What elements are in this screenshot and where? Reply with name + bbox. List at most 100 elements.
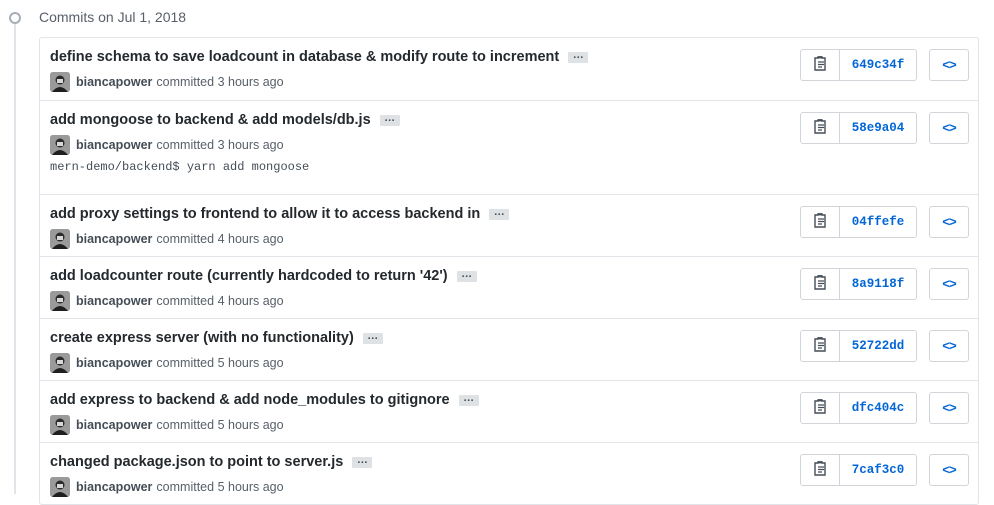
copy-sha-button[interactable]	[801, 207, 840, 237]
code-icon: <>	[942, 462, 957, 478]
commit-meta: biancapower committed 3 hours ago	[50, 72, 284, 92]
code-icon: <>	[942, 400, 957, 416]
avatar[interactable]	[50, 415, 70, 435]
ellipsis-expander-button[interactable]: …	[456, 268, 477, 282]
commit-relative-time: 3 hours ago	[217, 138, 284, 152]
clippy-icon	[813, 118, 827, 139]
sha-button-group: 58e9a04	[800, 112, 917, 144]
copy-sha-button[interactable]	[801, 331, 840, 361]
commit-item: add express to backend & add node_module…	[40, 380, 978, 442]
browse-repo-button[interactable]: <>	[929, 392, 969, 424]
commit-action-text: committed	[156, 294, 215, 308]
copy-sha-button[interactable]	[801, 113, 840, 143]
code-icon: <>	[942, 214, 957, 230]
ellipsis-expander-button[interactable]: …	[489, 206, 510, 220]
copy-sha-button[interactable]	[801, 455, 840, 485]
commit-action-text: committed	[156, 356, 215, 370]
commit-item: add loadcounter route (currently hardcod…	[40, 256, 978, 318]
browse-repo-button[interactable]: <>	[929, 112, 969, 144]
browse-repo-button[interactable]: <>	[929, 330, 969, 362]
avatar[interactable]	[50, 477, 70, 497]
commit-message-link[interactable]: add express to backend & add node_module…	[50, 392, 450, 408]
browse-repo-button[interactable]: <>	[929, 268, 969, 300]
copy-sha-button[interactable]	[801, 393, 840, 423]
browse-repo-button[interactable]: <>	[929, 454, 969, 486]
commit-author-link[interactable]: biancapower	[76, 232, 152, 246]
commit-sha-link[interactable]: 58e9a04	[840, 113, 916, 143]
commit-sha-link[interactable]: 52722dd	[840, 331, 916, 361]
commit-relative-time: 5 hours ago	[217, 480, 284, 494]
ellipsis-expander-button[interactable]: …	[362, 330, 383, 344]
commit-relative-time: 3 hours ago	[217, 75, 284, 89]
commit-meta: biancapower committed 4 hours ago	[50, 291, 284, 311]
clippy-icon	[813, 55, 827, 76]
copy-sha-button[interactable]	[801, 50, 840, 80]
sha-button-group: 649c34f	[800, 49, 917, 81]
clippy-icon	[813, 274, 827, 295]
commit-item: add proxy settings to frontend to allow …	[40, 194, 978, 256]
ellipsis-expander-button[interactable]: …	[379, 112, 400, 126]
commit-sha-link[interactable]: 8a9118f	[840, 269, 916, 299]
commit-message-link[interactable]: changed package.json to point to server.…	[50, 454, 343, 470]
clippy-icon	[813, 212, 827, 233]
commit-meta: biancapower committed 5 hours ago	[50, 415, 284, 435]
clippy-icon	[813, 336, 827, 357]
commit-title-line: changed package.json to point to server.…	[50, 454, 373, 470]
avatar[interactable]	[50, 229, 70, 249]
commit-title-line: define schema to save loadcount in datab…	[50, 49, 589, 65]
commit-group-title: Commits on Jul 1, 2018	[39, 9, 187, 25]
commit-title-line: add proxy settings to frontend to allow …	[50, 206, 510, 222]
code-icon: <>	[942, 120, 957, 136]
commit-item: define schema to save loadcount in datab…	[40, 38, 978, 100]
sha-button-group: 04ffefe	[800, 206, 917, 238]
commit-title-line: add mongoose to backend & add models/db.…	[50, 112, 400, 128]
commit-action-text: committed	[156, 138, 215, 152]
sha-button-group: dfc404c	[800, 392, 917, 424]
commit-author-link[interactable]: biancapower	[76, 480, 152, 494]
commit-author-link[interactable]: biancapower	[76, 356, 152, 370]
commit-title-line: add loadcounter route (currently hardcod…	[50, 268, 477, 284]
commit-meta: biancapower committed 4 hours ago	[50, 229, 284, 249]
timeline-line	[14, 24, 16, 494]
commit-message-link[interactable]: add proxy settings to frontend to allow …	[50, 206, 480, 222]
commit-sha-link[interactable]: 7caf3c0	[840, 455, 916, 485]
commit-message-link[interactable]: add loadcounter route (currently hardcod…	[50, 268, 448, 284]
commit-sha-link[interactable]: 04ffefe	[840, 207, 916, 237]
commit-item: create express server (with no functiona…	[40, 318, 978, 380]
commit-meta: biancapower committed 5 hours ago	[50, 353, 284, 373]
code-icon: <>	[942, 338, 957, 354]
commit-author-link[interactable]: biancapower	[76, 294, 152, 308]
commit-action-text: committed	[156, 418, 215, 432]
avatar[interactable]	[50, 135, 70, 155]
commit-meta: biancapower committed 3 hours ago	[50, 135, 284, 155]
avatar[interactable]	[50, 72, 70, 92]
commit-relative-time: 5 hours ago	[217, 356, 284, 370]
commit-author-link[interactable]: biancapower	[76, 138, 152, 152]
commit-action-text: committed	[156, 75, 215, 89]
commit-title-line: create express server (with no functiona…	[50, 330, 383, 346]
avatar[interactable]	[50, 353, 70, 373]
commit-author-link[interactable]: biancapower	[76, 75, 152, 89]
commit-title-line: add express to backend & add node_module…	[50, 392, 479, 408]
sha-button-group: 7caf3c0	[800, 454, 917, 486]
ellipsis-expander-button[interactable]: …	[458, 392, 479, 406]
avatar[interactable]	[50, 291, 70, 311]
copy-sha-button[interactable]	[801, 269, 840, 299]
commit-message-link[interactable]: create express server (with no functiona…	[50, 330, 354, 346]
commit-message-link[interactable]: define schema to save loadcount in datab…	[50, 49, 559, 65]
commit-item: changed package.json to point to server.…	[40, 442, 978, 504]
ellipsis-expander-button[interactable]: …	[352, 454, 373, 468]
commit-author-link[interactable]: biancapower	[76, 418, 152, 432]
browse-repo-button[interactable]: <>	[929, 49, 969, 81]
commit-message-link[interactable]: add mongoose to backend & add models/db.…	[50, 112, 371, 128]
browse-repo-button[interactable]: <>	[929, 206, 969, 238]
commit-meta: biancapower committed 5 hours ago	[50, 477, 284, 497]
clippy-icon	[813, 460, 827, 481]
commit-relative-time: 4 hours ago	[217, 294, 284, 308]
commit-sha-link[interactable]: 649c34f	[840, 50, 916, 80]
commit-description: mern-demo/backend$ yarn add mongoose	[50, 160, 310, 174]
commit-action-text: committed	[156, 232, 215, 246]
commit-sha-link[interactable]: dfc404c	[840, 393, 916, 423]
ellipsis-expander-button[interactable]: …	[568, 49, 589, 63]
sha-button-group: 8a9118f	[800, 268, 917, 300]
